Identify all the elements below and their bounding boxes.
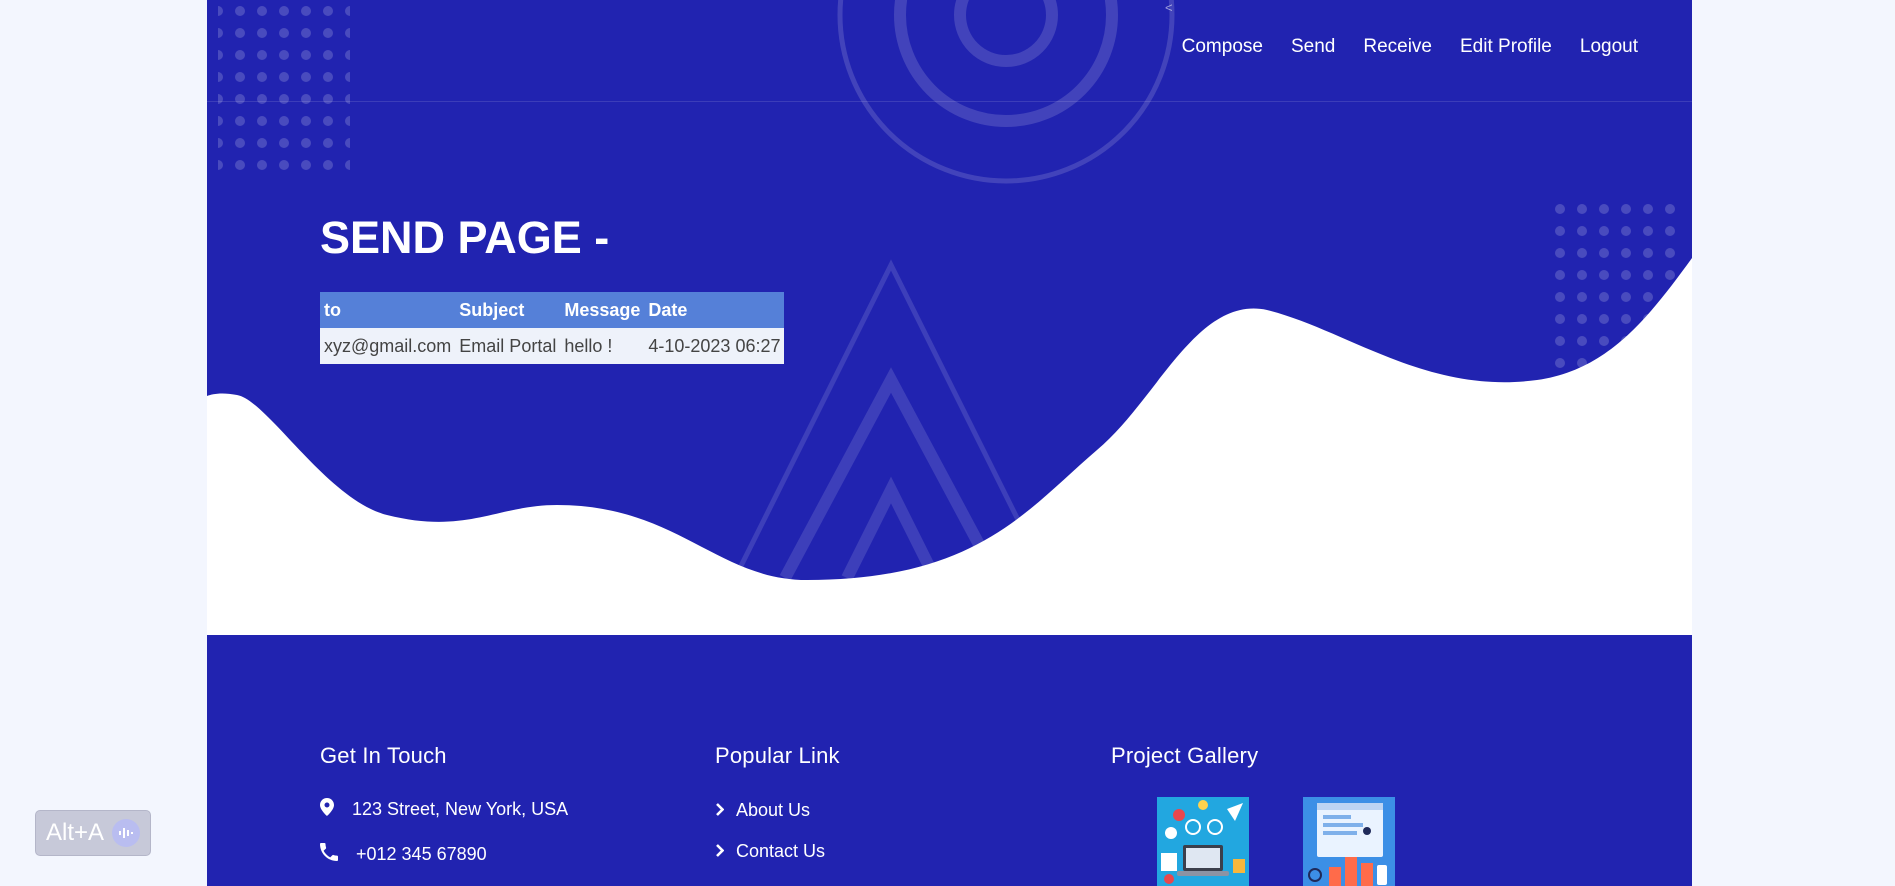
footer-phone: +012 345 67890 bbox=[320, 843, 487, 866]
nav-compose[interactable]: Compose bbox=[1182, 36, 1263, 58]
cell-subject: Email Portal bbox=[455, 328, 561, 364]
cell-to: xyz@gmail.com bbox=[320, 328, 456, 364]
column-header-to: to bbox=[320, 292, 456, 328]
table-row: xyz@gmail.com Email Portal hello ! 4-10-… bbox=[320, 328, 785, 364]
nav-send[interactable]: Send bbox=[1291, 36, 1335, 58]
link-label: About Us bbox=[736, 800, 811, 820]
map-pin-icon bbox=[320, 798, 352, 821]
footer-link-contact[interactable]: Contact Us bbox=[715, 841, 825, 862]
main-nav: Compose Send Receive Edit Profile Logout bbox=[1182, 36, 1638, 58]
nav-edit-profile[interactable]: Edit Profile bbox=[1460, 36, 1552, 58]
link-label: Contact Us bbox=[736, 841, 826, 861]
chevron-right-icon bbox=[715, 841, 736, 862]
footer-contact-heading: Get In Touch bbox=[320, 743, 447, 768]
nav-receive[interactable]: Receive bbox=[1363, 36, 1432, 58]
phone-text: +012 345 67890 bbox=[356, 844, 487, 864]
nav-divider bbox=[207, 101, 1692, 102]
address-text: 123 Street, New York, USA bbox=[352, 799, 569, 819]
gallery-image-1[interactable] bbox=[1157, 797, 1249, 886]
column-header-date: Date bbox=[644, 292, 785, 328]
chevron-right-icon bbox=[715, 800, 736, 821]
gallery-image-2[interactable] bbox=[1303, 797, 1395, 886]
nav-logout[interactable]: Logout bbox=[1580, 36, 1638, 58]
sent-mail-table: to Subject Message Date xyz@gmail.com Em… bbox=[320, 292, 785, 364]
footer-address: 123 Street, New York, USA bbox=[320, 798, 568, 821]
footer-contact-column: Get In Touch bbox=[320, 743, 447, 769]
footer-gallery-column: Project Gallery bbox=[1111, 743, 1258, 769]
shortcut-label: Alt+A bbox=[45, 819, 105, 846]
footer-gallery-heading: Project Gallery bbox=[1111, 743, 1259, 768]
footer-link-about[interactable]: About Us bbox=[715, 800, 810, 821]
table-header-row: to Subject Message Date bbox=[320, 292, 785, 328]
hero-section: < Compose Send Receive Edit Profile Logo… bbox=[207, 0, 1692, 635]
column-header-message: Message bbox=[560, 292, 645, 328]
footer-links-column: Popular Link bbox=[715, 743, 840, 769]
column-header-subject: Subject bbox=[455, 292, 561, 328]
page-title: SEND PAGE - bbox=[320, 212, 610, 263]
nav-caret-icon: < bbox=[1165, 0, 1173, 15]
audio-wave-icon bbox=[112, 819, 141, 847]
footer: Get In Touch 123 Street, New York, USA +… bbox=[207, 635, 1692, 886]
cell-message: hello ! bbox=[560, 328, 645, 364]
page-wrapper: < Compose Send Receive Edit Profile Logo… bbox=[207, 0, 1692, 886]
footer-links-heading: Popular Link bbox=[715, 743, 840, 768]
phone-icon bbox=[320, 843, 356, 866]
cell-date: 4-10-2023 06:27 bbox=[644, 328, 785, 364]
accessibility-shortcut-badge[interactable]: Alt+A bbox=[35, 810, 151, 856]
